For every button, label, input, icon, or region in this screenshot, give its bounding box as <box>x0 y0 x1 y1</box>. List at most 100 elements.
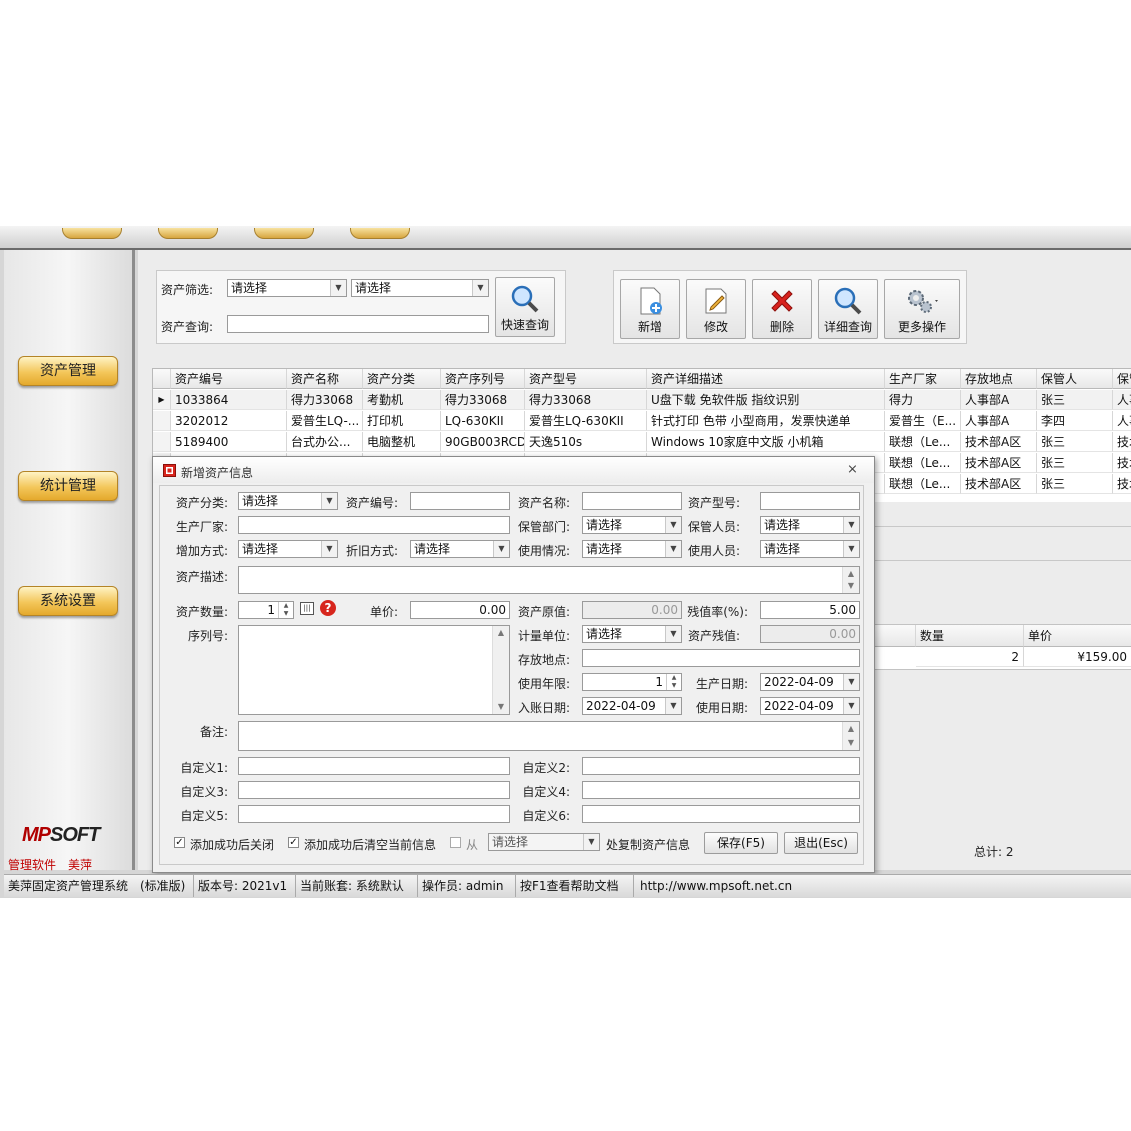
table-cell[interactable]: 得力 <box>885 390 961 410</box>
top-tab[interactable] <box>158 228 218 239</box>
code-input[interactable] <box>410 492 510 510</box>
nav-system-settings[interactable]: 系统设置 <box>18 586 118 616</box>
table-cell[interactable]: 5189400 <box>171 432 287 452</box>
table-cell[interactable]: 打印机 <box>363 411 441 431</box>
scrollbar[interactable]: ▲ ▼ <box>842 567 859 593</box>
usage-select[interactable]: 请选择 ▼ <box>582 540 682 558</box>
scrollbar[interactable]: ▲ ▼ <box>842 722 859 750</box>
table-cell[interactable]: 得力33068 <box>287 390 363 410</box>
add-method-select[interactable]: 请选择 ▼ <box>238 540 338 558</box>
original-value-input[interactable]: 0.00 <box>582 601 682 619</box>
table-cell[interactable]: 得力33068 <box>441 390 525 410</box>
quick-query-button[interactable]: 快速查询 <box>495 277 555 337</box>
table-cell[interactable]: 爱普生LQ-630KII <box>525 411 647 431</box>
nav-asset-management[interactable]: 资产管理 <box>18 356 118 386</box>
price-input[interactable]: 0.00 <box>410 601 510 619</box>
user-select[interactable]: 请选择 ▼ <box>760 540 860 558</box>
booking-date-picker[interactable]: 2022-04-09 ▼ <box>582 697 682 715</box>
custom4-input[interactable] <box>582 781 860 799</box>
stepper-arrows-icon[interactable]: ▲ ▼ <box>666 674 681 690</box>
top-tab[interactable] <box>254 228 314 239</box>
location-input[interactable] <box>582 649 860 667</box>
custom2-input[interactable] <box>582 757 860 775</box>
delete-button[interactable]: 删除 <box>752 279 812 339</box>
table-cell[interactable]: 人事部 <box>1113 411 1131 431</box>
keeper-select[interactable]: 请选择 ▼ <box>760 516 860 534</box>
table-cell[interactable]: 张三 <box>1037 432 1113 452</box>
custom6-input[interactable] <box>582 805 860 823</box>
depreciation-select[interactable]: 请选择 ▼ <box>410 540 510 558</box>
status-url[interactable]: http://www.mpsoft.net.cn <box>636 875 816 897</box>
table-cell[interactable]: 张三 <box>1037 390 1113 410</box>
scroll-down-icon[interactable]: ▼ <box>493 700 509 714</box>
use-date-picker[interactable]: 2022-04-09 ▼ <box>760 697 860 715</box>
column-header[interactable]: 资产名称 <box>287 369 363 389</box>
close-icon[interactable]: ⨯ <box>847 462 858 477</box>
column-header[interactable]: 资产序列号 <box>441 369 525 389</box>
column-header[interactable]: 资产详细描述 <box>647 369 885 389</box>
table-cell[interactable]: 1033864 <box>171 390 287 410</box>
scroll-down-icon[interactable]: ▼ <box>843 579 859 593</box>
dept-select[interactable]: 请选择 ▼ <box>582 516 682 534</box>
nav-statistics[interactable]: 统计管理 <box>18 471 118 501</box>
serial-textarea[interactable]: ▲ ▼ <box>238 625 510 715</box>
edit-button[interactable]: 修改 <box>686 279 746 339</box>
table-cell[interactable]: 90GB003RCD <box>441 432 525 452</box>
remark-textarea[interactable]: ▲ ▼ <box>238 721 860 751</box>
filter-select-2[interactable]: 请选择 ▼ <box>351 279 489 297</box>
more-actions-button[interactable]: 更多操作 <box>884 279 960 339</box>
copy-source-select[interactable]: 请选择 ▼ <box>488 833 600 851</box>
clear-after-add-checkbox[interactable]: ✓ <box>288 837 299 848</box>
top-tab[interactable] <box>350 228 410 239</box>
table-cell[interactable]: 3202012 <box>171 411 287 431</box>
name-input[interactable] <box>582 492 682 510</box>
table-cell[interactable]: 人事部 <box>1113 390 1131 410</box>
table-cell[interactable]: 得力33068 <box>525 390 647 410</box>
column-header[interactable]: 生产厂家 <box>885 369 961 389</box>
table-cell[interactable]: 针式打印 色带 小型商用，发票快递单 <box>647 411 885 431</box>
table-cell[interactable]: 技术部A区 <box>961 432 1037 452</box>
residual-value-input[interactable]: 0.00 <box>760 625 860 643</box>
table-cell[interactable]: 张三 <box>1037 474 1113 494</box>
scroll-up-icon[interactable]: ▲ <box>493 626 509 640</box>
save-button[interactable]: 保存(F5) <box>704 832 778 854</box>
category-select[interactable]: 请选择 ▼ <box>238 492 338 510</box>
production-date-picker[interactable]: 2022-04-09 ▼ <box>760 673 860 691</box>
query-input[interactable] <box>227 315 489 333</box>
unit-select[interactable]: 请选择 ▼ <box>582 625 682 643</box>
table-cell[interactable]: 人事部A <box>961 411 1037 431</box>
custom1-input[interactable] <box>238 757 510 775</box>
column-header[interactable]: 保管部 <box>1113 369 1131 389</box>
scrollbar[interactable]: ▲ ▼ <box>492 626 509 714</box>
column-header[interactable]: 资产型号 <box>525 369 647 389</box>
table-cell[interactable]: 爱普生LQ-... <box>287 411 363 431</box>
custom3-input[interactable] <box>238 781 510 799</box>
detail-query-button[interactable]: 详细查询 <box>818 279 878 339</box>
stepper-arrows-icon[interactable]: ▲ ▼ <box>278 602 293 618</box>
table-cell[interactable]: 联想（Le... <box>885 432 961 452</box>
table-cell[interactable]: 考勤机 <box>363 390 441 410</box>
table-cell[interactable]: 技术部A区 <box>961 474 1037 494</box>
table-cell[interactable]: 联想（Le... <box>885 453 961 473</box>
filter-select-1[interactable]: 请选择 ▼ <box>227 279 347 297</box>
table-cell[interactable]: 电脑整机 <box>363 432 441 452</box>
model-input[interactable] <box>760 492 860 510</box>
description-textarea[interactable]: ▲ ▼ <box>238 566 860 594</box>
barcode-icon[interactable]: ||| <box>300 602 314 615</box>
table-cell[interactable]: LQ-630KII <box>441 411 525 431</box>
close-after-add-checkbox[interactable]: ✓ <box>174 837 185 848</box>
table-cell[interactable]: 技术部 <box>1113 474 1131 494</box>
column-header[interactable]: 存放地点 <box>961 369 1037 389</box>
table-cell[interactable]: 人事部A <box>961 390 1037 410</box>
maker-input[interactable] <box>238 516 510 534</box>
scroll-up-icon[interactable]: ▲ <box>843 722 859 736</box>
copy-from-checkbox[interactable] <box>450 837 461 848</box>
table-cell[interactable]: 台式办公... <box>287 432 363 452</box>
column-header[interactable]: 资产分类 <box>363 369 441 389</box>
add-button[interactable]: 新增 <box>620 279 680 339</box>
top-tab[interactable] <box>62 228 122 239</box>
table-cell[interactable]: Windows 10家庭中文版 小机箱 <box>647 432 885 452</box>
table-cell[interactable]: 联想（Le... <box>885 474 961 494</box>
table-cell[interactable]: 天逸510s <box>525 432 647 452</box>
table-cell[interactable]: 张三 <box>1037 453 1113 473</box>
